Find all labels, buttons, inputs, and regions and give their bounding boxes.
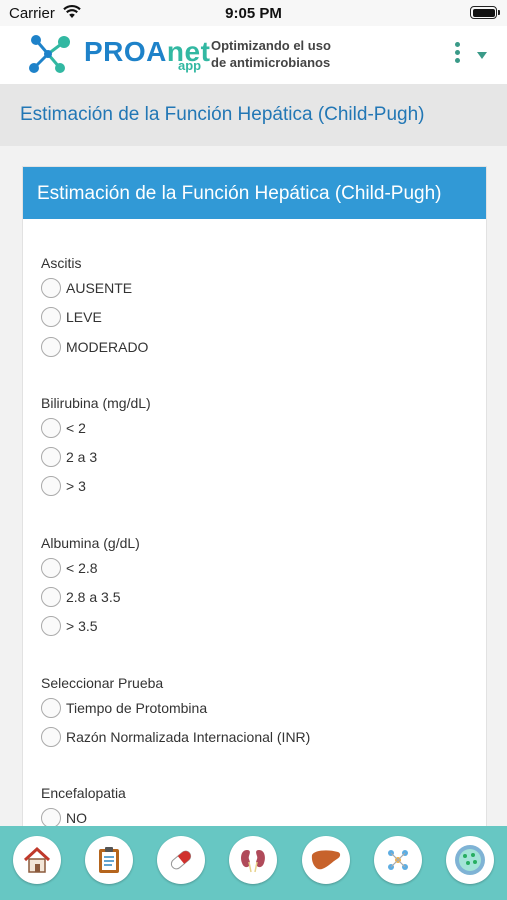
- section-label: Albumina (g/dL): [41, 534, 140, 551]
- logo-sub: app: [178, 58, 202, 73]
- section-label: Encefalopatia: [41, 785, 126, 802]
- child-pugh-card: Estimación de la Función Hepática (Child…: [22, 166, 487, 846]
- logo-molecule-icon: [26, 32, 72, 81]
- radio-label[interactable]: 2 a 3: [66, 449, 97, 465]
- radio-label[interactable]: NO: [66, 810, 87, 826]
- radio-option[interactable]: 2 a 3: [41, 446, 486, 475]
- nav-button-molecule[interactable]: [373, 836, 422, 884]
- radio-option[interactable]: < 2: [41, 417, 486, 446]
- clipboard-icon: [89, 840, 129, 880]
- radio-label[interactable]: Razón Normalizada Internacional (INR): [66, 729, 310, 745]
- status-bar: Carrier 9:05 PM: [0, 0, 507, 26]
- radio-option[interactable]: > 3.5: [41, 615, 486, 644]
- form-section: Albumina (g/dL) < 2.8 2.8 a 3.5 > 3.5: [41, 535, 486, 645]
- bacteria-icon: [450, 840, 490, 880]
- section-label: Bilirubina (mg/dL): [41, 394, 151, 411]
- page-title: Estimación de la Función Hepática (Child…: [20, 104, 425, 125]
- chevron-down-icon[interactable]: [477, 52, 487, 59]
- radio-button[interactable]: [41, 726, 61, 747]
- page-title-bar: Estimación de la Función Hepática (Child…: [0, 84, 507, 146]
- radio-button[interactable]: [41, 476, 61, 497]
- radio-button[interactable]: [41, 417, 61, 438]
- radio-button[interactable]: [41, 336, 61, 357]
- radio-label[interactable]: LEVE: [66, 309, 102, 325]
- nav-button-kidney[interactable]: [229, 836, 278, 884]
- card-title: Estimación de la Función Hepática (Child…: [23, 167, 486, 219]
- radio-label[interactable]: AUSENTE: [66, 280, 132, 296]
- radio-button[interactable]: [41, 587, 61, 608]
- radio-option[interactable]: < 2.8: [41, 557, 486, 586]
- radio-button[interactable]: [41, 616, 61, 637]
- home-icon: [17, 840, 57, 880]
- nav-button-clipboard[interactable]: [85, 836, 134, 884]
- tagline-line-2: de antimicrobianos: [211, 55, 331, 70]
- form-body: Ascitis AUSENTE LEVE MODERADO Bilirubina (mg…: [23, 219, 486, 837]
- radio-button[interactable]: [41, 557, 61, 578]
- radio-option[interactable]: Tiempo de Protombina: [41, 697, 486, 726]
- tagline-line-1: Optimizando el uso: [211, 38, 331, 53]
- section-label: Seleccionar Prueba: [41, 674, 164, 691]
- liver-icon: [306, 840, 346, 880]
- radio-button[interactable]: [41, 447, 61, 468]
- bottom-nav: [0, 826, 507, 900]
- radio-option[interactable]: 2.8 a 3.5: [41, 586, 486, 615]
- radio-label[interactable]: < 2.8: [66, 560, 98, 576]
- radio-button[interactable]: [41, 278, 61, 298]
- radio-label[interactable]: MODERADO: [66, 339, 148, 355]
- form-section: Bilirubina (mg/dL) < 2 2 a 3 > 3: [41, 395, 486, 505]
- section-label: Ascitis: [41, 255, 82, 271]
- radio-option[interactable]: LEVE: [41, 306, 486, 335]
- app-header: PROAnet app Optimizando el uso de antimi…: [0, 26, 507, 84]
- tagline: Optimizando el uso de antimicrobianos: [211, 37, 351, 71]
- radio-label[interactable]: > 3.5: [66, 618, 98, 634]
- nav-button-pill[interactable]: [157, 836, 206, 884]
- kidney-icon: [233, 840, 273, 880]
- molecule-icon: [378, 840, 418, 880]
- radio-option[interactable]: AUSENTE: [41, 277, 486, 306]
- radio-button[interactable]: [41, 307, 61, 328]
- logo-main: PROA: [84, 36, 167, 67]
- battery-icon: [470, 6, 500, 19]
- radio-label[interactable]: Tiempo de Protombina: [66, 700, 207, 716]
- radio-option[interactable]: MODERADO: [41, 336, 486, 365]
- nav-button-home[interactable]: [13, 836, 61, 884]
- radio-label[interactable]: 2.8 a 3.5: [66, 589, 121, 605]
- radio-label[interactable]: > 3: [66, 478, 86, 494]
- nav-button-bacteria[interactable]: [445, 836, 494, 884]
- more-vertical-icon[interactable]: [452, 42, 462, 68]
- radio-button[interactable]: [41, 697, 61, 718]
- radio-label[interactable]: < 2: [66, 420, 86, 436]
- form-section: Ascitis AUSENTE LEVE MODERADO: [41, 255, 486, 365]
- radio-option[interactable]: Razón Normalizada Internacional (INR): [41, 726, 486, 755]
- radio-option[interactable]: > 3: [41, 475, 486, 504]
- clock: 9:05 PM: [225, 5, 282, 22]
- form-section: Seleccionar Prueba Tiempo de Protombina Ra…: [41, 675, 486, 756]
- nav-button-liver[interactable]: [301, 836, 350, 884]
- pill-icon: [161, 840, 201, 880]
